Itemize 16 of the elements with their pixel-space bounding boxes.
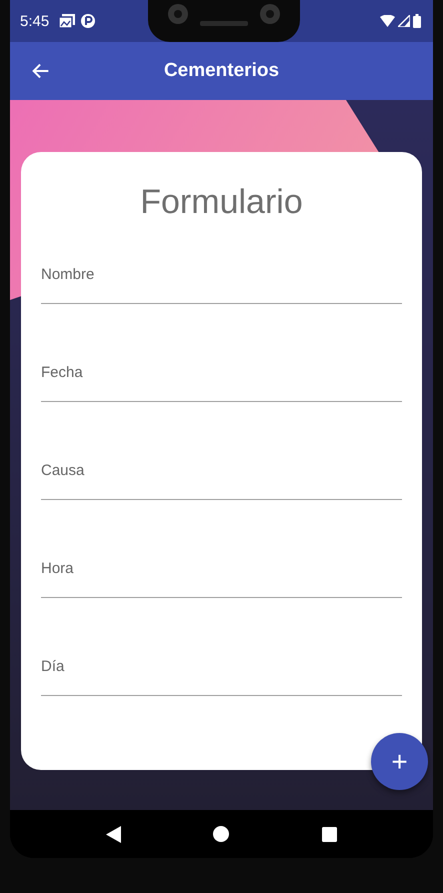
text-field[interactable]: Nombre — [41, 250, 402, 304]
form-title: Formulario — [140, 182, 303, 223]
battery-icon — [413, 14, 421, 28]
text-field[interactable]: Causa — [41, 446, 402, 500]
gallery-icon — [59, 14, 76, 28]
home-nav-icon[interactable] — [213, 826, 230, 842]
wifi-icon — [380, 15, 395, 27]
app-icon — [81, 14, 96, 28]
status-time: 5:45 — [20, 12, 50, 30]
text-field[interactable]: Día — [41, 642, 402, 696]
signal-icon — [398, 15, 410, 27]
recents-nav-icon[interactable] — [322, 826, 337, 842]
text-field[interactable]: Fecha — [41, 348, 402, 402]
app-bar-title: Cementerios — [164, 60, 280, 81]
back-nav-icon[interactable] — [106, 826, 122, 842]
text-field[interactable]: Hora — [41, 544, 402, 598]
